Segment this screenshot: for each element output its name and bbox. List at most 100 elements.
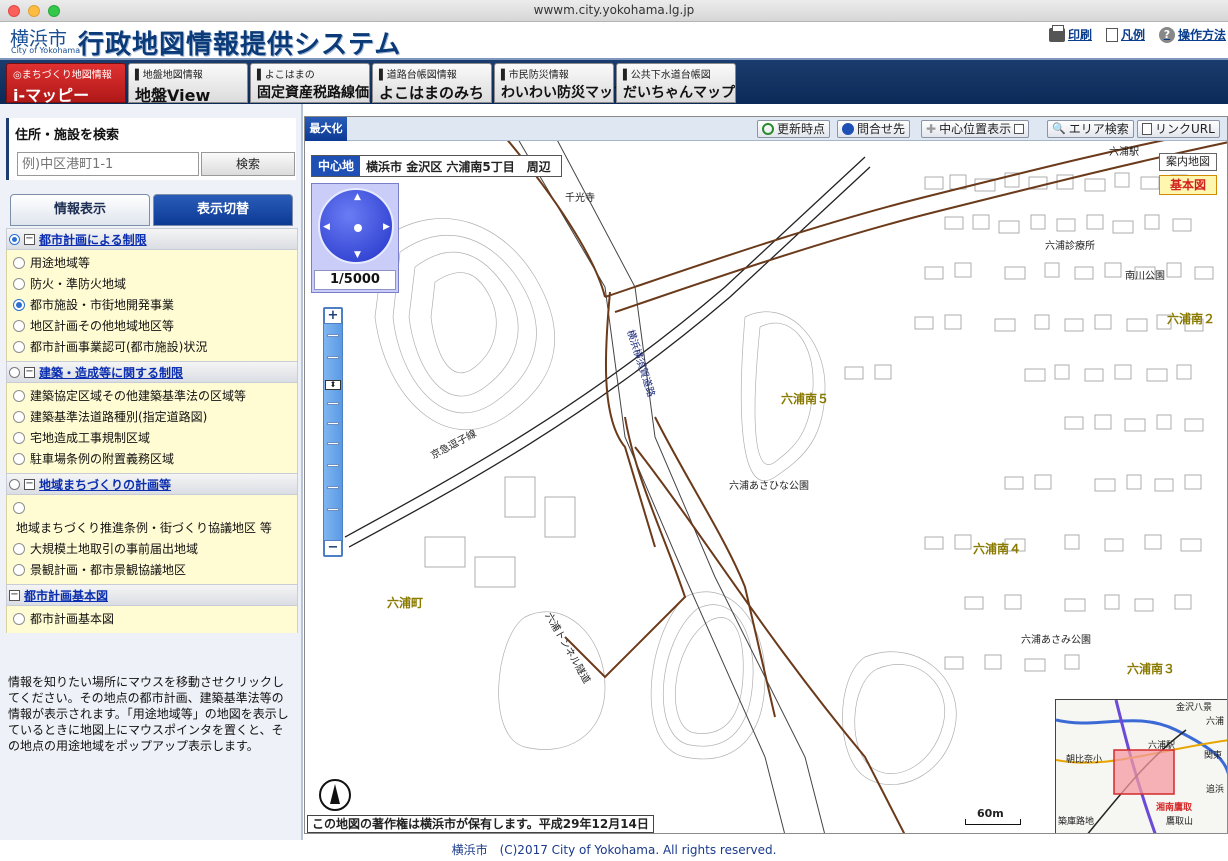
layer-option[interactable]: 駐車場条例の附置義務区域: [7, 448, 297, 469]
option-label: 大規模土地取引の事前届出地域: [30, 542, 199, 556]
zoom-in-button[interactable]: +: [324, 308, 342, 324]
map-panel[interactable]: 六浦南５ 六浦南４ 六浦南３ 六浦南２ 六浦町 六浦駅 六浦診療所 南川公園 六…: [304, 116, 1228, 834]
zoom-handle[interactable]: ⬍: [325, 380, 341, 390]
zoom-tick[interactable]: [327, 356, 339, 359]
pan-joystick[interactable]: ▲ ▼ ◀ ▶: [318, 188, 394, 264]
radio-button[interactable]: [13, 277, 25, 290]
radio-button[interactable]: [13, 431, 25, 444]
radio-button[interactable]: [13, 542, 25, 555]
center-display-toggle[interactable]: ✚ 中心位置表示: [921, 120, 1030, 138]
tab-rosenka[interactable]: ▌よこはまの 固定資産税路線価: [250, 63, 370, 103]
zoom-tick[interactable]: [327, 486, 339, 489]
layer-option[interactable]: 都市施設・市街地開発事業: [7, 294, 297, 315]
radio-button[interactable]: [13, 340, 25, 353]
overview-map[interactable]: 金沢八景 六浦 六浦駅 朝比奈小 関東 追浜 湘南鷹取 鷹取山 築庫路地: [1055, 699, 1228, 834]
pan-left-icon[interactable]: ◀: [323, 222, 330, 232]
zoom-tick[interactable]: [327, 442, 339, 445]
checkbox[interactable]: [1014, 124, 1025, 134]
collapse-icon[interactable]: −: [24, 366, 35, 378]
layer-option[interactable]: 建築協定区域その他建築基準法の区域等: [7, 385, 297, 406]
zoom-tick[interactable]: [327, 334, 339, 337]
tab-main-label: よこはまのみち: [379, 84, 485, 102]
map-label: 六浦町: [387, 595, 423, 610]
layer-option[interactable]: 景観計画・都市景観協議地区: [7, 559, 297, 580]
radio-button[interactable]: [13, 563, 25, 576]
zoom-tick[interactable]: [327, 402, 339, 405]
left-panel: 住所・施設を検索 検索 情報表示 表示切替 − 都市計画による制限 用途地域等 …: [0, 104, 303, 840]
link-url-button[interactable]: リンクURL: [1137, 120, 1220, 138]
section-title[interactable]: 建築・造成等に関する制限: [39, 364, 183, 381]
section-title[interactable]: 地域まちづくりの計画等: [39, 476, 171, 493]
maximize-button[interactable]: 最大化: [305, 117, 347, 141]
zoom-out-button[interactable]: −: [324, 540, 342, 556]
layer-option[interactable]: 都市計画事業認可(都市施設)状況: [7, 336, 297, 357]
update-time-button[interactable]: 更新時点: [757, 120, 831, 138]
zoom-tick[interactable]: [327, 508, 339, 511]
tab-sub-label: ◎まちづくり地図情報: [13, 70, 112, 81]
center-address: 横浜市 金沢区 六浦南5丁目 周辺: [366, 159, 551, 174]
browser-url: wwwm.city.yokohama.lg.jp: [533, 3, 695, 17]
option-label: 都市計画基本図: [30, 612, 115, 626]
radio-button[interactable]: [13, 612, 25, 625]
map-label: 六浦南３: [1127, 661, 1175, 676]
tab-michi[interactable]: ▌道路台帳図情報 よこはまのみち: [372, 63, 492, 103]
radio-button[interactable]: [13, 256, 25, 269]
zoom-tick[interactable]: [327, 464, 339, 467]
tab-info-display[interactable]: 情報表示: [10, 194, 150, 226]
section-header-building[interactable]: − 建築・造成等に関する制限: [6, 361, 298, 383]
search-input[interactable]: [17, 152, 199, 176]
layer-option[interactable]: 大規模土地取引の事前届出地域: [7, 538, 297, 559]
section-radio[interactable]: [9, 478, 20, 490]
tab-daichan[interactable]: ▌公共下水道台帳図 だいちゃんマップ: [616, 63, 736, 103]
zoom-slider[interactable]: + ⬍ −: [323, 307, 343, 557]
collapse-icon[interactable]: −: [24, 478, 35, 490]
pan-center-dot[interactable]: [354, 224, 362, 232]
layer-option[interactable]: 用途地域等: [7, 252, 297, 273]
section-radio[interactable]: [9, 233, 20, 245]
section-body: 都市計画基本図: [6, 606, 298, 633]
zoom-tick[interactable]: [327, 422, 339, 425]
section-title[interactable]: 都市計画による制限: [39, 231, 147, 248]
print-link[interactable]: 印刷: [1048, 24, 1092, 43]
basic-map-button[interactable]: 基本図: [1159, 175, 1217, 195]
collapse-icon[interactable]: −: [9, 589, 20, 601]
layer-option[interactable]: 建築基準法道路種別(指定道路図): [7, 406, 297, 427]
layer-option[interactable]: 防火・準防火地域: [7, 273, 297, 294]
guide-map-button[interactable]: 案内地図: [1159, 153, 1217, 171]
section-header-urban-plan[interactable]: − 都市計画による制限: [6, 228, 298, 250]
north-arrow-icon: [319, 779, 351, 811]
tab-display-switch[interactable]: 表示切替: [153, 194, 293, 226]
page-icon: [1142, 123, 1152, 135]
radio-button[interactable]: [13, 319, 25, 332]
radio-button[interactable]: [13, 410, 25, 423]
overview-label: 追浜: [1206, 783, 1224, 795]
radio-button[interactable]: [13, 389, 25, 402]
search-button[interactable]: 検索: [201, 152, 295, 176]
area-search-button[interactable]: 🔍 エリア検索: [1047, 120, 1134, 138]
pan-down-icon[interactable]: ▼: [354, 250, 361, 260]
pan-right-icon[interactable]: ▶: [383, 222, 390, 232]
legend-link[interactable]: 凡例: [1105, 26, 1145, 43]
collapse-icon[interactable]: −: [24, 233, 35, 245]
section-title[interactable]: 都市計画基本図: [24, 587, 108, 604]
tab-bousai[interactable]: ▌市民防災情報 わいわい防災マップ: [494, 63, 627, 103]
overview-canvas[interactable]: 金沢八景 六浦 六浦駅 朝比奈小 関東 追浜 湘南鷹取 鷹取山 築庫路地: [1056, 700, 1228, 834]
section-radio[interactable]: [9, 366, 20, 378]
layer-option[interactable]: 都市計画基本図: [7, 608, 297, 629]
section-header-basic-map[interactable]: − 都市計画基本図: [6, 584, 298, 606]
section-header-machizukuri[interactable]: − 地域まちづくりの計画等: [6, 473, 298, 495]
tab-imappy[interactable]: ◎まちづくり地図情報 i-マッピー: [6, 63, 126, 105]
tab-jiban-view[interactable]: ▌地盤地図情報 地盤View: [128, 63, 248, 105]
overview-label: 関東: [1204, 749, 1222, 761]
radio-button[interactable]: [13, 452, 25, 465]
pan-up-icon[interactable]: ▲: [354, 192, 361, 202]
inquiry-button[interactable]: 問合せ先: [837, 120, 911, 138]
layer-option[interactable]: 地区計画その他地域地区等: [7, 315, 297, 336]
radio-button[interactable]: [13, 298, 25, 311]
help-link[interactable]: ? 操作方法: [1158, 26, 1226, 43]
layer-option[interactable]: 宅地造成工事規制区域: [7, 427, 297, 448]
radio-button[interactable]: [13, 501, 25, 514]
layer-option[interactable]: [7, 497, 297, 518]
tab-sub-label: ▌公共下水道台帳図: [623, 70, 711, 81]
tab-sub-label: ▌市民防災情報: [501, 70, 569, 81]
